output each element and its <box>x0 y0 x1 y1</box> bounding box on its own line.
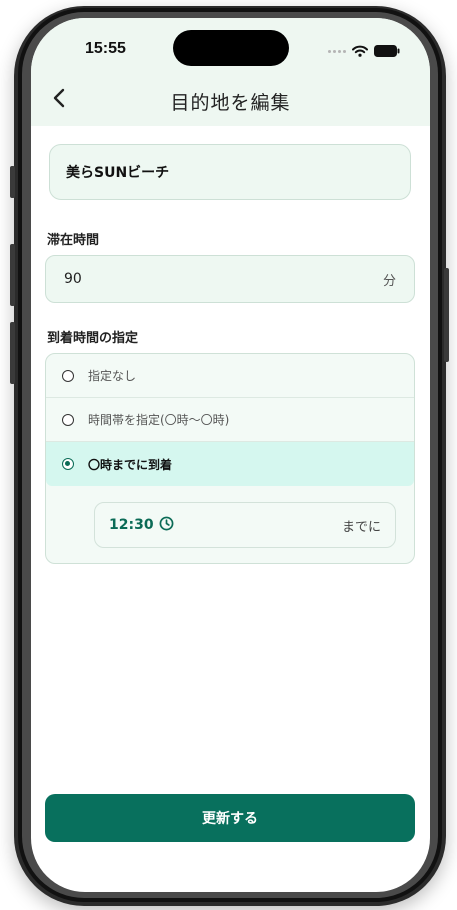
destination-name-value: 美らSUNビーチ <box>66 165 170 181</box>
arrival-option-time-range[interactable]: 時間帯を指定(〇時〜〇時) <box>46 398 414 442</box>
radio-unchecked[interactable] <box>62 413 74 426</box>
arrival-option-by-time[interactable]: 〇時までに到着 <box>46 442 414 486</box>
volume-down-button <box>10 322 15 384</box>
app-screen: 15:55 目的地を編集 美らSUNビーチ 滞在時間 90 分 到着時間の指定 … <box>31 18 430 892</box>
dynamic-island <box>173 30 289 66</box>
power-button <box>444 268 449 362</box>
stay-time-unit: 分 <box>382 273 396 289</box>
status-icons <box>328 42 400 61</box>
stay-time-value: 90 <box>64 271 82 287</box>
volume-up-button <box>10 244 15 306</box>
status-time: 15:55 <box>85 40 126 57</box>
update-button[interactable]: 更新する <box>45 794 415 842</box>
arrival-time-picker[interactable]: 12:30 までに <box>94 502 396 548</box>
arrival-options-group: 指定なし 時間帯を指定(〇時〜〇時) 〇時までに到着 12:30 までに <box>45 353 415 564</box>
wifi-icon <box>352 42 368 61</box>
arrival-time-label: 到着時間の指定 <box>47 331 139 346</box>
arrival-option-label: 〇時までに到着 <box>88 457 173 472</box>
signal-icon <box>328 50 346 53</box>
destination-name-field[interactable]: 美らSUNビーチ <box>49 144 411 200</box>
radio-unchecked[interactable] <box>62 369 74 382</box>
arrival-option-label: 時間帯を指定(〇時〜〇時) <box>88 413 230 427</box>
stay-time-field[interactable]: 90 分 <box>45 255 415 303</box>
silent-switch <box>10 166 15 198</box>
clock-icon <box>159 516 174 535</box>
arrival-time-suffix: までに <box>341 519 381 535</box>
battery-icon <box>374 42 400 61</box>
arrival-time-value: 12:30 <box>109 517 154 533</box>
radio-checked[interactable] <box>62 458 74 470</box>
arrival-option-label: 指定なし <box>88 369 137 383</box>
stay-time-label: 滞在時間 <box>47 233 100 248</box>
arrival-option-none[interactable]: 指定なし <box>46 354 414 398</box>
page-title: 目的地を編集 <box>170 92 291 114</box>
